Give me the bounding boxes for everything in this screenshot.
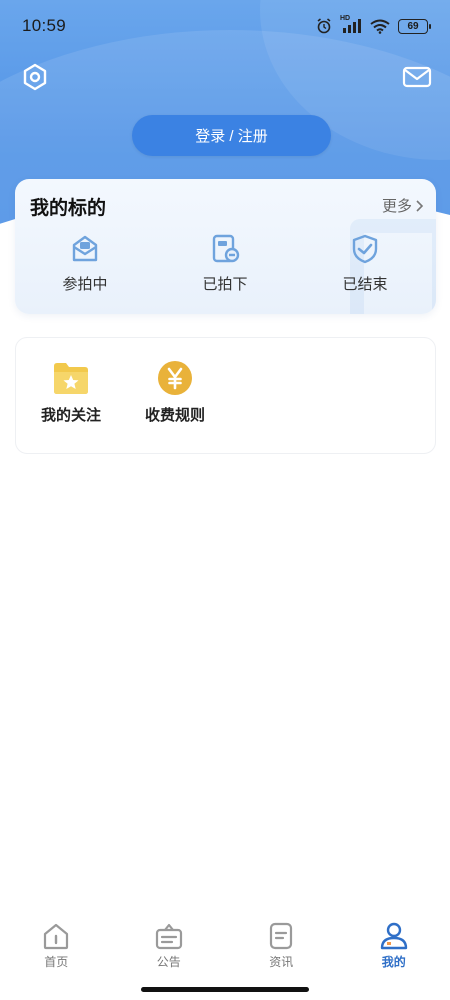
notice-icon xyxy=(155,923,182,950)
login-register-button[interactable]: 登录 / 注册 xyxy=(132,115,331,156)
bid-item-ended[interactable]: 已结束 xyxy=(295,233,435,294)
tab-home[interactable]: 首页 xyxy=(0,922,112,980)
status-bar: 10:59 HD 69 xyxy=(0,0,450,52)
chevron-right-icon xyxy=(416,199,424,212)
quick-actions-card: 我的关注 收费规则 xyxy=(15,337,436,454)
more-label: 更多 xyxy=(381,198,412,215)
bid-item-label: 已结束 xyxy=(342,276,388,293)
tab-news[interactable]: 资讯 xyxy=(225,922,337,980)
bid-item-label: 参拍中 xyxy=(62,276,108,293)
won-icon xyxy=(212,234,240,263)
my-follows-button[interactable]: 我的关注 xyxy=(16,360,126,425)
bid-item-bidding[interactable]: 参拍中 xyxy=(15,233,155,294)
mail-icon[interactable] xyxy=(402,62,432,92)
settings-hex-icon[interactable] xyxy=(20,62,50,92)
more-link[interactable]: 更多 xyxy=(382,195,424,216)
tab-profile[interactable]: 我的 xyxy=(338,922,450,980)
wifi-icon xyxy=(370,19,390,34)
alarm-icon xyxy=(317,18,331,34)
bid-item-label: 已拍下 xyxy=(202,276,248,293)
my-bids-title: 我的标的 xyxy=(30,198,107,219)
signal-icon: HD xyxy=(340,15,362,34)
ended-icon xyxy=(352,234,378,264)
quick-action-label: 我的关注 xyxy=(40,407,101,424)
quick-action-label: 收费规则 xyxy=(144,407,205,424)
tab-label: 我的 xyxy=(381,955,406,969)
status-time: 10:59 xyxy=(22,16,67,35)
tab-label: 公告 xyxy=(156,955,181,969)
fee-rules-button[interactable]: 收费规则 xyxy=(120,360,230,425)
profile-icon xyxy=(380,922,407,950)
home-indicator[interactable] xyxy=(141,987,309,992)
news-icon xyxy=(270,922,293,950)
home-icon xyxy=(44,923,69,950)
status-icons: HD 69 xyxy=(316,15,431,34)
bottom-tab-bar: 首页 公告 资讯 我的 xyxy=(0,922,450,980)
tab-label: 资讯 xyxy=(269,955,294,969)
battery-level: 69 xyxy=(407,20,419,32)
my-bids-card: 我的标的 更多 参拍中 已拍下 已结束 xyxy=(15,179,436,314)
bid-item-won[interactable]: 已拍下 xyxy=(155,233,295,294)
yen-coin-icon xyxy=(158,361,192,395)
bid-status-list: 参拍中 已拍下 已结束 xyxy=(15,233,436,294)
tab-label: 首页 xyxy=(44,955,69,969)
battery-icon: 69 xyxy=(398,18,431,34)
tab-notice[interactable]: 公告 xyxy=(113,922,225,980)
bidding-icon xyxy=(72,235,98,262)
star-folder-icon xyxy=(54,363,88,394)
